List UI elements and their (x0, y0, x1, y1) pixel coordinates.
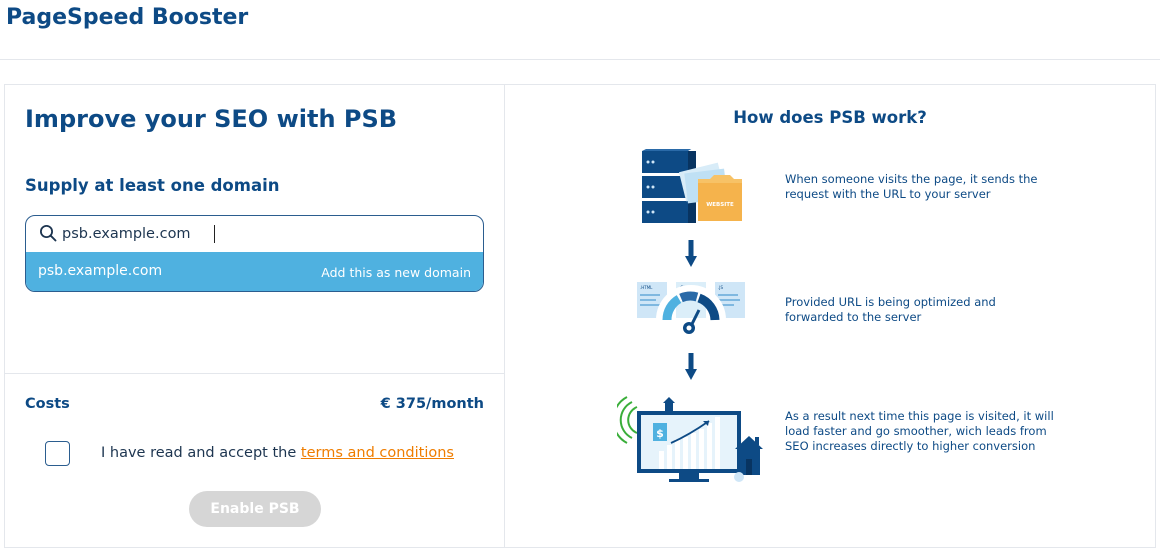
search-icon (40, 225, 57, 242)
suggestion-value: psb.example.com (38, 263, 163, 279)
section-divider (5, 373, 505, 374)
optimize-gauge-icon: .HTML .CSS .JS (637, 282, 745, 334)
suggestion-action-label: Add this as new domain (321, 265, 471, 280)
domain-search: psb.example.com Add this as new domain (25, 215, 484, 292)
enable-psb-button[interactable]: Enable PSB (189, 491, 321, 527)
step-3-text: As a result next time this page is visit… (785, 409, 1054, 453)
arrow-down-icon (685, 240, 697, 267)
add-domain-suggestion[interactable]: psb.example.com Add this as new domain (26, 252, 483, 291)
how-it-works-title: How does PSB work? (733, 108, 927, 127)
costs-value: € 375/month (380, 396, 484, 412)
terms-link[interactable]: terms and conditions (301, 445, 454, 461)
text-caret (214, 225, 215, 243)
currency-label: $ (656, 427, 664, 440)
js-label: .JS (718, 285, 723, 290)
costs-label: Costs (25, 396, 70, 412)
page-title: Improve your SEO with PSB (25, 105, 398, 133)
setup-panel: Improve your SEO with PSB Supply at leas… (5, 85, 505, 547)
terms-checkbox[interactable] (45, 441, 70, 466)
domain-section-title: Supply at least one domain (25, 176, 280, 195)
small-house-icon (663, 397, 675, 411)
how-it-works-panel: How does PSB work? WEBSITE When someone … (505, 85, 1155, 547)
terms-label: I have read and accept the terms and con… (101, 445, 454, 461)
domain-input[interactable] (62, 222, 462, 246)
step-2-text: Provided URL is being optimized and forw… (785, 295, 996, 324)
terms-prefix: I have read and accept the (101, 445, 301, 461)
arrow-down-icon (685, 353, 697, 380)
step-1-text: When someone visits the page, it sends t… (785, 172, 1038, 201)
app-title: PageSpeed Booster (6, 5, 249, 30)
server-website-icon: WEBSITE (642, 149, 742, 223)
html-label: .HTML (640, 285, 653, 290)
signal-waves-icon (617, 396, 638, 444)
website-label: WEBSITE (706, 202, 734, 208)
top-bar: PageSpeed Booster (0, 0, 1160, 60)
domain-search-row (26, 216, 483, 252)
growth-monitor-icon: $ (617, 396, 763, 482)
psb-card: Improve your SEO with PSB Supply at leas… (4, 84, 1156, 548)
